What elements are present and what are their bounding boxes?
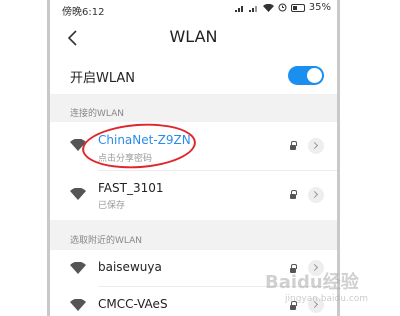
title-bar: WLAN bbox=[50, 18, 337, 58]
chevron-right-icon[interactable] bbox=[308, 187, 324, 203]
wifi-signal-icon bbox=[70, 262, 86, 274]
watermark-text: Baidu经验 bbox=[265, 272, 359, 293]
network-name: CMCC-VAeS bbox=[98, 297, 168, 311]
lock-icon bbox=[290, 141, 297, 152]
signal-icon bbox=[234, 5, 243, 12]
watermark: Baidu经验 jingyan.baidu.com bbox=[265, 268, 395, 312]
wlan-toggle-switch[interactable] bbox=[288, 66, 324, 85]
network-row-fast[interactable]: FAST_3101 已保存 bbox=[50, 171, 337, 219]
network-name: baisewuya bbox=[98, 260, 162, 274]
status-bar: 傍晚6:12 35% bbox=[50, 0, 337, 18]
wifi-status-icon bbox=[262, 3, 274, 12]
toggle-knob bbox=[307, 68, 322, 83]
battery-percent: 35% bbox=[308, 2, 331, 13]
network-name: FAST_3101 bbox=[98, 181, 164, 195]
lock-icon bbox=[290, 190, 297, 201]
chevron-right-icon[interactable] bbox=[308, 138, 324, 154]
status-time: 傍晚6:12 bbox=[62, 7, 105, 18]
wifi-signal-icon bbox=[70, 188, 86, 200]
status-icons: 35% bbox=[234, 2, 331, 13]
alarm-icon bbox=[278, 3, 287, 12]
watermark-subtext: jingyan.baidu.com bbox=[285, 294, 369, 304]
wlan-toggle-row: 开启WLAN bbox=[50, 58, 337, 94]
wlan-toggle-label: 开启WLAN bbox=[70, 71, 136, 86]
connected-section-header: 连接的WLAN bbox=[50, 94, 337, 122]
signal-icon-2 bbox=[248, 5, 257, 12]
battery-icon bbox=[290, 3, 305, 12]
page-title: WLAN bbox=[169, 27, 218, 46]
network-subtitle: 已保存 bbox=[98, 201, 126, 211]
wifi-signal-icon bbox=[70, 299, 86, 311]
nearby-section-header: 选取附近的WLAN bbox=[50, 220, 337, 250]
